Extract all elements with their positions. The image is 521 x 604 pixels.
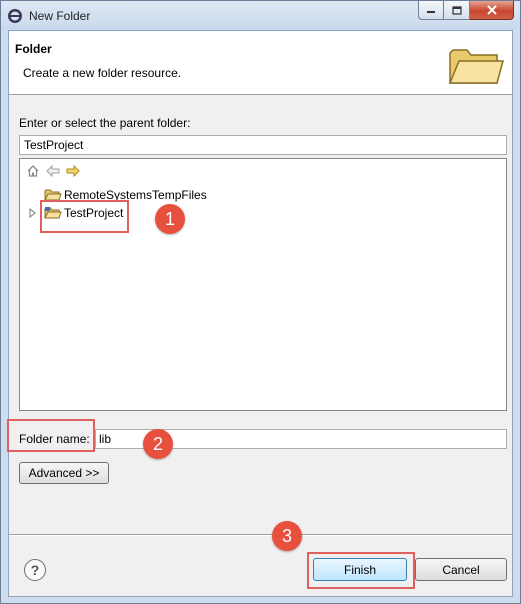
maximize-icon	[451, 5, 462, 15]
step2-badge: 2	[143, 429, 173, 459]
minimize-button[interactable]	[418, 1, 444, 20]
help-icon: ?	[30, 562, 40, 578]
tree-nav-toolbar	[25, 164, 81, 178]
expand-arrow-icon[interactable]	[29, 208, 37, 218]
window-title: New Folder	[29, 9, 91, 23]
eclipse-app-icon	[8, 9, 22, 23]
wizard-title: Folder	[15, 42, 52, 56]
step1-highlight-box	[40, 200, 129, 233]
button-bar-separator	[9, 534, 512, 536]
title-bar: New Folder	[1, 1, 520, 30]
parent-folder-input[interactable]	[19, 135, 507, 155]
wizard-header: Folder Create a new folder resource.	[9, 31, 512, 95]
minimize-icon	[427, 11, 435, 13]
cancel-button[interactable]: Cancel	[415, 558, 507, 581]
maximize-button[interactable]	[444, 1, 470, 20]
wizard-description: Create a new folder resource.	[23, 66, 182, 80]
parent-folder-label: Enter or select the parent folder:	[19, 116, 191, 130]
folder-tree[interactable]: RemoteSystemsTempFiles TestProject	[19, 158, 507, 411]
dialog-client-area: Folder Create a new folder resource. Ent…	[8, 30, 513, 597]
folder-illustration-icon	[448, 49, 504, 84]
close-icon	[486, 5, 497, 15]
home-icon[interactable]	[25, 164, 41, 178]
step2-highlight-box	[7, 419, 95, 452]
step3-highlight-box	[307, 552, 415, 589]
new-folder-dialog: New Folder Folder Create a new folder re…	[0, 0, 521, 604]
step3-badge: 3	[272, 521, 302, 551]
window-controls	[418, 1, 514, 21]
advanced-button[interactable]: Advanced >>	[19, 462, 109, 484]
forward-arrow-icon[interactable]	[65, 164, 81, 178]
back-arrow-icon[interactable]	[45, 164, 61, 178]
help-button[interactable]: ?	[24, 559, 46, 581]
step1-badge: 1	[155, 204, 185, 234]
close-button[interactable]	[470, 1, 514, 20]
